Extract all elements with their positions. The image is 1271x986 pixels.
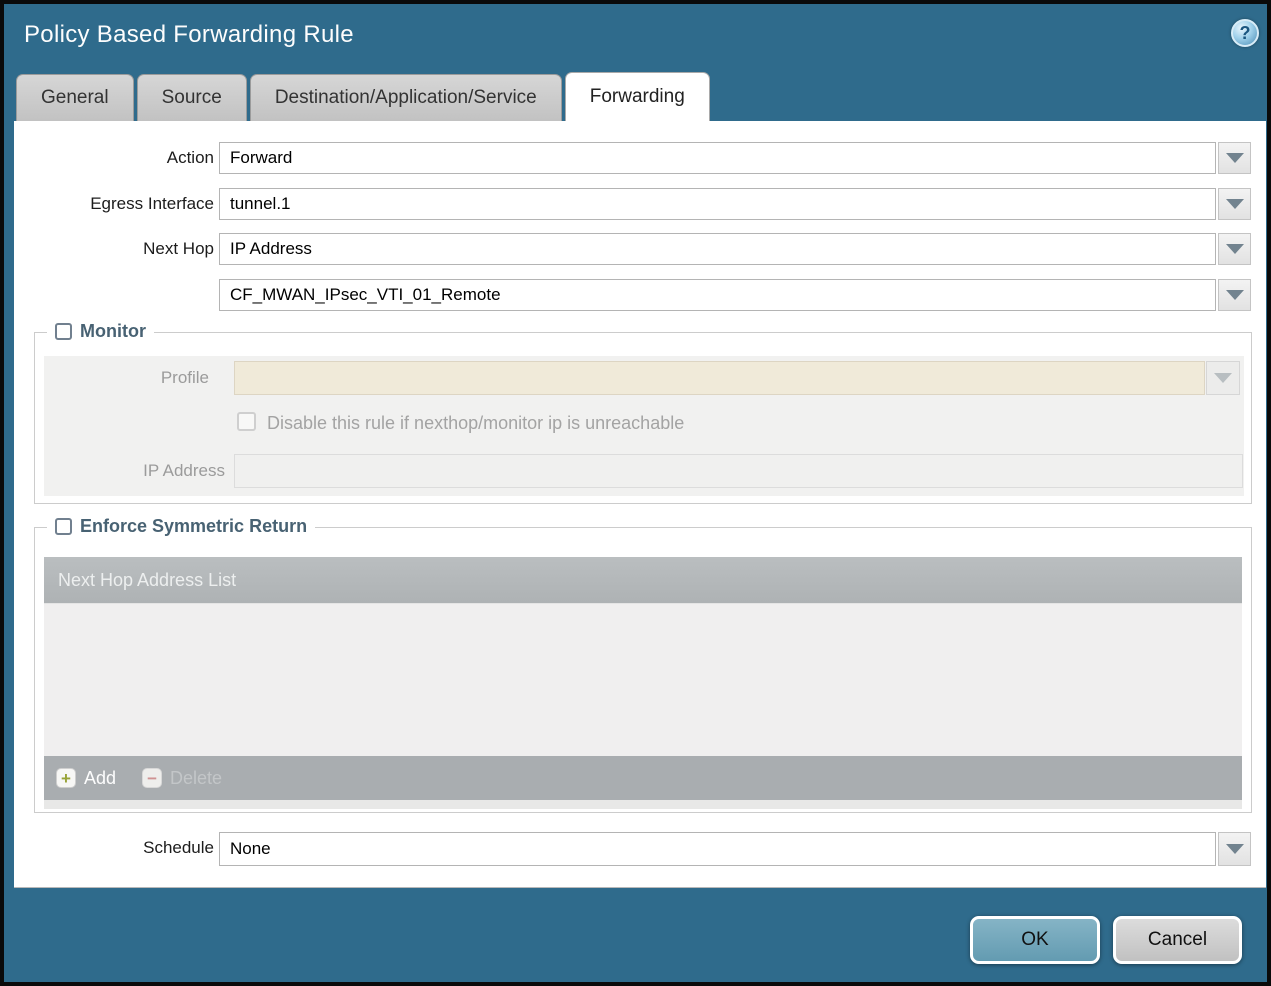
tab-general[interactable]: General: [16, 74, 134, 121]
symmetric-return-legend: Enforce Symmetric Return: [47, 516, 316, 537]
add-button[interactable]: + Add: [56, 768, 116, 789]
monitor-profile-dropdown-button[interactable]: [1206, 361, 1240, 395]
schedule-dropdown-button[interactable]: [1218, 832, 1251, 866]
dialog-title: Policy Based Forwarding Rule: [24, 21, 354, 48]
chevron-down-icon: [1225, 844, 1244, 854]
tab-forwarding[interactable]: Forwarding: [564, 72, 710, 121]
monitor-legend-label: Monitor: [80, 321, 146, 341]
add-button-label: Add: [84, 767, 117, 788]
chevron-down-icon: [1225, 199, 1244, 209]
disable-rule-checkbox[interactable]: [237, 412, 256, 431]
chevron-down-icon: [1214, 373, 1232, 383]
schedule-label: Schedule: [143, 838, 214, 857]
tab-source[interactable]: Source: [136, 74, 247, 121]
ok-button[interactable]: OK: [970, 916, 1100, 964]
monitor-ip-address-label: IP Address: [143, 461, 225, 480]
profile-label: Profile: [160, 368, 209, 387]
next-hop-address-dropdown-button[interactable]: [1218, 279, 1251, 311]
action-select[interactable]: [219, 142, 1216, 174]
action-dropdown-button[interactable]: [1218, 142, 1251, 174]
next-hop-address-list-header: Next Hop Address List: [44, 557, 1242, 603]
action-label: Action: [166, 148, 214, 167]
pbf-rule-dialog: Policy Based Forwarding Rule ? General S…: [0, 0, 1271, 986]
monitor-legend: Monitor: [47, 321, 154, 342]
monitor-checkbox[interactable]: [55, 323, 72, 340]
help-icon[interactable]: ?: [1231, 19, 1259, 47]
egress-interface-dropdown-button[interactable]: [1218, 188, 1251, 220]
schedule-select[interactable]: [219, 832, 1216, 866]
next-hop-address-list-toolbar: + Add − Delete: [44, 756, 1242, 800]
egress-interface-label: Egress Interface: [90, 194, 214, 213]
chevron-down-icon: [1225, 290, 1244, 300]
table-bottom-strip: [44, 800, 1242, 809]
chevron-down-icon: [1225, 153, 1244, 163]
symmetric-return-legend-label: Enforce Symmetric Return: [80, 516, 308, 536]
minus-icon: −: [142, 768, 163, 788]
monitor-ip-address-input[interactable]: [234, 454, 1243, 488]
delete-button-label: Delete: [170, 767, 223, 788]
next-hop-label: Next Hop: [143, 239, 214, 258]
egress-interface-select[interactable]: [219, 188, 1216, 220]
next-hop-address-table: Next Hop Address List + Add − Delete: [44, 557, 1242, 809]
delete-button[interactable]: − Delete: [142, 768, 222, 789]
tab-bar: General Source Destination/Application/S…: [16, 72, 710, 121]
next-hop-address-select[interactable]: [219, 279, 1216, 311]
next-hop-type-dropdown-button[interactable]: [1218, 233, 1251, 265]
disable-rule-label: Disable this rule if nexthop/monitor ip …: [267, 413, 685, 433]
next-hop-type-select[interactable]: [219, 233, 1216, 265]
tab-destination-application-service[interactable]: Destination/Application/Service: [249, 74, 562, 121]
cancel-button[interactable]: Cancel: [1113, 916, 1242, 964]
monitor-profile-select[interactable]: [234, 361, 1205, 395]
next-hop-address-list-body: [44, 603, 1242, 756]
plus-icon: +: [56, 768, 76, 788]
enforce-symmetric-return-checkbox[interactable]: [55, 518, 72, 535]
chevron-down-icon: [1225, 244, 1244, 254]
